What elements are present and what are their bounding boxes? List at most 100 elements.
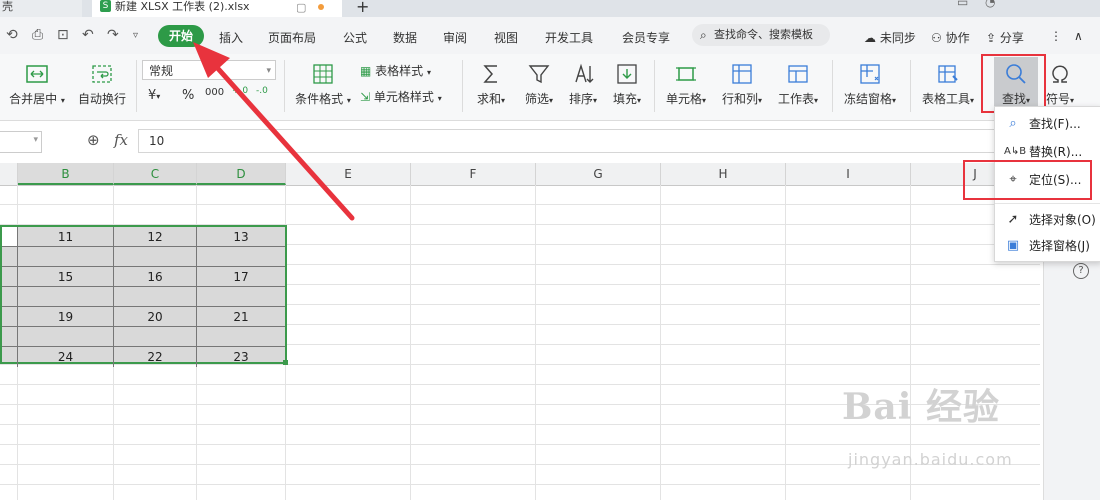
freeze-panes-button[interactable]: 冻结窗格▾ bbox=[838, 62, 902, 107]
column-header-h[interactable]: H bbox=[661, 163, 786, 185]
table-cell[interactable] bbox=[197, 287, 285, 307]
print-icon[interactable]: ⎙ bbox=[32, 27, 43, 43]
table-cell[interactable] bbox=[197, 327, 285, 347]
table-cell[interactable]: 13 bbox=[197, 227, 285, 247]
row-col-button[interactable]: 行和列▾ bbox=[716, 62, 768, 107]
percent-format-button[interactable]: % bbox=[182, 88, 194, 103]
table-cell[interactable] bbox=[197, 247, 285, 267]
table-cell[interactable] bbox=[2, 307, 18, 327]
worksheet-button[interactable]: 工作表▾ bbox=[772, 62, 824, 107]
table-cell[interactable]: 12 bbox=[114, 227, 197, 247]
menu-item-find[interactable]: ⌕ 查找(F)... bbox=[995, 111, 1100, 137]
table-cell[interactable]: 11 bbox=[18, 227, 114, 247]
table-cell[interactable] bbox=[18, 247, 114, 267]
menu-developer[interactable]: 开发工具 bbox=[545, 29, 593, 46]
sort-button[interactable]: 排序▾ bbox=[562, 62, 604, 107]
table-cell[interactable]: 16 bbox=[114, 267, 197, 287]
number-format-select[interactable]: 常规 ▾ bbox=[142, 60, 276, 80]
menu-item-selection-pane[interactable]: ▣ 选择窗格(J) bbox=[995, 233, 1100, 259]
menu-insert[interactable]: 插入 bbox=[219, 29, 243, 46]
quick-access-dropdown-icon[interactable]: ▿ bbox=[133, 30, 138, 41]
column-header-b[interactable]: B bbox=[18, 163, 114, 185]
menu-item-select-object[interactable]: ➚ 选择对象(O) bbox=[995, 207, 1100, 233]
menu-review[interactable]: 审阅 bbox=[443, 29, 467, 46]
table-cell[interactable] bbox=[2, 267, 18, 287]
tab-previous-document[interactable]: 壳 bbox=[0, 0, 82, 17]
column-header-i[interactable]: I bbox=[786, 163, 911, 185]
table-cell[interactable]: 19 bbox=[18, 307, 114, 327]
column-header-e[interactable]: E bbox=[286, 163, 411, 185]
table-cell[interactable] bbox=[114, 247, 197, 267]
increase-decimal-button[interactable]: +.0 bbox=[232, 86, 248, 96]
column-header-a[interactable] bbox=[0, 163, 18, 185]
table-cell[interactable] bbox=[114, 327, 197, 347]
column-header-d[interactable]: D bbox=[197, 163, 286, 185]
new-tab-button[interactable]: + bbox=[356, 0, 369, 17]
ribbon-toolbar: 合并居中 ▾ 自动换行 常规 ▾ ¥▾ % 000 +.0 -.0 条件格式 ▾… bbox=[0, 54, 1100, 121]
table-cell[interactable]: 17 bbox=[197, 267, 285, 287]
menu-data[interactable]: 数据 bbox=[393, 29, 417, 46]
column-header-c[interactable]: C bbox=[114, 163, 197, 185]
formula-input[interactable]: 10 bbox=[138, 129, 998, 153]
table-cell[interactable] bbox=[18, 287, 114, 307]
menu-start[interactable]: 开始 bbox=[158, 25, 204, 47]
share-button[interactable]: ⇪ 分享 bbox=[986, 29, 1024, 46]
filter-button[interactable]: 筛选▾ bbox=[518, 62, 560, 107]
name-box[interactable]: ▾ bbox=[0, 131, 42, 153]
selected-range[interactable]: 11 12 13 15 16 17 19 20 21 24 22 23 bbox=[0, 225, 287, 367]
menu-divider bbox=[995, 203, 1100, 204]
table-cell[interactable]: 21 bbox=[197, 307, 285, 327]
menu-view[interactable]: 视图 bbox=[494, 29, 518, 46]
table-cell[interactable]: 24 bbox=[18, 347, 114, 367]
collapse-ribbon-icon[interactable]: ∧ bbox=[1074, 29, 1083, 43]
more-menu-icon[interactable]: ⋮ bbox=[1050, 29, 1062, 43]
thousands-separator-button[interactable]: 000 bbox=[205, 87, 224, 98]
cell-button[interactable]: 单元格▾ bbox=[660, 62, 712, 107]
menu-page-layout[interactable]: 页面布局 bbox=[268, 29, 316, 46]
merge-center-label: 合并居中 bbox=[9, 92, 58, 106]
wrap-text-button[interactable]: 自动换行 bbox=[76, 62, 128, 107]
sync-status[interactable]: ☁ 未同步 bbox=[864, 29, 916, 46]
table-tools-button[interactable]: 表格工具▾ bbox=[916, 62, 980, 107]
fill-handle[interactable] bbox=[283, 360, 288, 365]
table-cell[interactable]: 23 bbox=[197, 347, 285, 367]
table-style-button[interactable]: ▦ 表格样式 ▾ bbox=[360, 62, 431, 79]
table-cell[interactable]: 22 bbox=[114, 347, 197, 367]
fill-button[interactable]: 填充▾ bbox=[606, 62, 648, 107]
command-search-input[interactable]: ⌕ 查找命令、搜索模板 bbox=[692, 24, 830, 46]
redo-icon[interactable]: ↷ bbox=[107, 27, 119, 43]
zoom-icon[interactable]: ⊕ bbox=[87, 131, 100, 149]
table-cell[interactable]: 15 bbox=[18, 267, 114, 287]
table-cell[interactable] bbox=[2, 327, 18, 347]
collab-button[interactable]: ⚇ 协作 bbox=[931, 29, 970, 46]
currency-format-button[interactable]: ¥▾ bbox=[148, 88, 160, 103]
account-icon[interactable]: ◔ bbox=[985, 0, 995, 13]
merge-center-button[interactable]: 合并居中 ▾ bbox=[6, 62, 68, 107]
window-icon[interactable]: ▭ bbox=[957, 0, 968, 13]
table-cell[interactable] bbox=[2, 347, 18, 367]
column-header-g[interactable]: G bbox=[536, 163, 661, 185]
sum-button[interactable]: 求和▾ bbox=[470, 62, 512, 107]
search-icon: ⌕ bbox=[1009, 116, 1017, 131]
help-icon[interactable]: ? bbox=[1073, 263, 1089, 279]
table-cell[interactable] bbox=[114, 287, 197, 307]
search-icon: ⌕ bbox=[700, 28, 707, 42]
print-preview-icon[interactable]: ⊡ bbox=[57, 27, 69, 43]
column-header-f[interactable]: F bbox=[411, 163, 536, 185]
pin-icon[interactable]: ▢ bbox=[296, 1, 306, 14]
decrease-decimal-button[interactable]: -.0 bbox=[256, 86, 268, 96]
table-cell[interactable] bbox=[18, 327, 114, 347]
menu-formula[interactable]: 公式 bbox=[343, 29, 367, 46]
cell-style-button[interactable]: ⇲ 单元格样式 ▾ bbox=[360, 88, 442, 105]
function-icon[interactable]: fx bbox=[114, 131, 128, 149]
conditional-format-button[interactable]: 条件格式 ▾ bbox=[292, 62, 354, 107]
symbol-button[interactable]: 符号▾ bbox=[1042, 62, 1078, 107]
table-cell[interactable] bbox=[2, 247, 18, 267]
table-cell[interactable] bbox=[2, 227, 18, 247]
table-cell[interactable]: 20 bbox=[114, 307, 197, 327]
undo-icon[interactable]: ↶ bbox=[82, 27, 94, 43]
menu-member[interactable]: 会员专享 bbox=[622, 29, 670, 46]
undo-history-icon[interactable]: ⟲ bbox=[6, 27, 18, 43]
table-cell[interactable] bbox=[2, 287, 18, 307]
conditional-format-label: 条件格式 bbox=[295, 92, 344, 106]
